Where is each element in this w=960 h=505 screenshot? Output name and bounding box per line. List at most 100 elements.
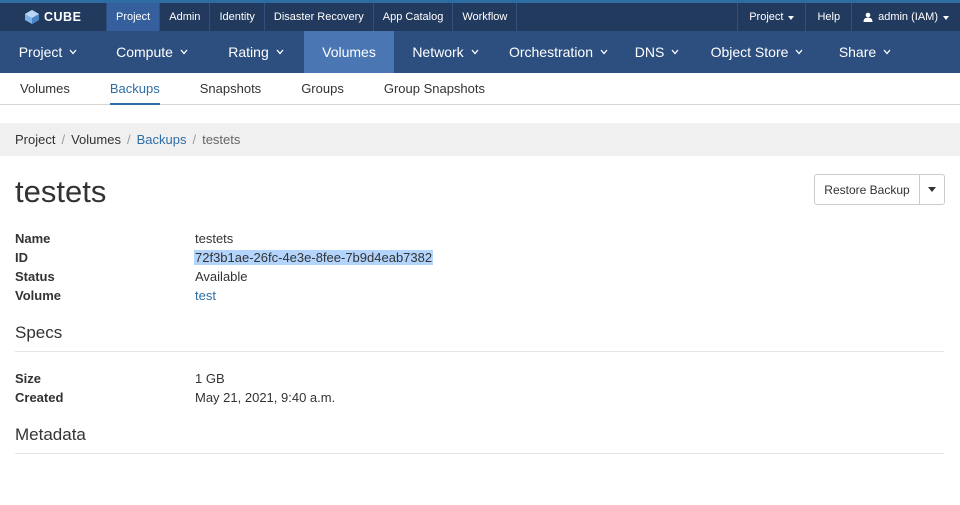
volume-link[interactable]: test xyxy=(195,288,216,303)
breadcrumb-current: testets xyxy=(202,132,241,147)
mainnav-network[interactable]: Network xyxy=(394,31,497,73)
tab-group-snapshots[interactable]: Group Snapshots xyxy=(384,73,485,104)
project-dropdown-label: Project xyxy=(749,11,784,23)
tab-label: Volumes xyxy=(20,81,70,96)
topnav-label: Project xyxy=(116,11,151,23)
caret-down-icon xyxy=(943,15,949,20)
mainnav-rating[interactable]: Rating xyxy=(208,31,304,73)
mainnav-object-store[interactable]: Object Store xyxy=(694,31,820,73)
breadcrumb-volumes: Volumes xyxy=(71,132,121,147)
detail-label: ID xyxy=(15,250,28,265)
overview-details: Name testets ID 72f3b1ae-26fc-4e3e-8fee-… xyxy=(15,229,434,305)
caret-down-icon xyxy=(788,15,795,20)
detail-row-volume: Volume test xyxy=(15,286,433,305)
detail-row-name: Name testets xyxy=(15,229,433,248)
tab-label: Group Snapshots xyxy=(383,81,486,96)
detail-label: Volume xyxy=(15,288,61,303)
caret-down-icon xyxy=(928,187,936,192)
topnav-label: App Catalog xyxy=(382,11,444,23)
top-right-menu: Project Help admin (IAM) xyxy=(737,3,960,31)
topnav-workflow[interactable]: Workflow xyxy=(453,3,518,31)
mainnav-project[interactable]: Project xyxy=(0,31,96,73)
topnav-label: Admin xyxy=(169,11,201,23)
detail-row-status: Status Available xyxy=(15,267,433,286)
mainnav-label: Network xyxy=(412,44,464,60)
mainnav-label: Object Store xyxy=(710,44,789,60)
chevron-down-icon xyxy=(180,49,188,55)
tab-label: Groups xyxy=(301,81,344,96)
tab-label: Snapshots xyxy=(199,81,262,96)
tab-groups[interactable]: Groups xyxy=(301,73,344,104)
chevron-down-icon xyxy=(795,49,803,55)
top-bar: CUBE Project Admin Identity Disaster Rec… xyxy=(0,0,960,31)
page-title: testets xyxy=(15,174,107,209)
metadata-heading: Metadata xyxy=(15,425,944,454)
mainnav-label: Share xyxy=(838,44,877,60)
mainnav-label: Orchestration xyxy=(508,44,594,60)
mainnav-label: Rating xyxy=(228,44,269,60)
mainnav-compute[interactable]: Compute xyxy=(96,31,208,73)
chevron-down-icon xyxy=(600,49,608,55)
topnav-disaster-recovery[interactable]: Disaster Recovery xyxy=(265,3,374,31)
tab-backups[interactable]: Backups xyxy=(109,73,160,105)
chevron-down-icon xyxy=(883,49,891,55)
cube-logo-icon xyxy=(25,10,39,24)
topnav-label: Workflow xyxy=(462,11,508,23)
detail-value-status: Available xyxy=(195,269,248,284)
tab-label: Backups xyxy=(109,81,160,96)
restore-backup-button[interactable]: Restore Backup xyxy=(814,174,920,205)
detail-label: Status xyxy=(15,269,55,284)
tab-volumes[interactable]: Volumes xyxy=(20,73,70,104)
topnav-project[interactable]: Project xyxy=(106,3,161,31)
breadcrumb-project: Project xyxy=(15,132,56,147)
actions-dropdown-toggle[interactable] xyxy=(920,174,945,205)
detail-label: Size xyxy=(15,371,42,386)
detail-label: Created xyxy=(15,390,64,405)
breadcrumb-backups-link[interactable]: Backups xyxy=(137,132,187,147)
detail-value-created: May 21, 2021, 9:40 a.m. xyxy=(195,390,336,405)
topnav-admin[interactable]: Admin xyxy=(160,3,211,31)
topnav-label: Identity xyxy=(219,11,255,23)
detail-row-created: Created May 21, 2021, 9:40 a.m. xyxy=(15,388,335,407)
breadcrumb-separator: / xyxy=(126,132,131,147)
chevron-down-icon xyxy=(276,49,284,55)
mainnav-label: Compute xyxy=(116,44,173,60)
breadcrumb: Project / Volumes / Backups / testets xyxy=(0,123,960,156)
detail-label: Name xyxy=(15,231,51,246)
brand-name: CUBE xyxy=(44,10,82,24)
main-nav: Project Compute Rating Volumes Network O… xyxy=(0,31,960,73)
user-menu[interactable]: admin (IAM) xyxy=(851,3,960,31)
detail-row-size: Size 1 GB xyxy=(15,369,335,388)
topnav-label: Disaster Recovery xyxy=(273,11,364,23)
mainnav-orchestration[interactable]: Orchestration xyxy=(497,31,620,73)
help-label: Help xyxy=(817,11,841,23)
user-icon xyxy=(863,12,873,22)
breadcrumb-separator: / xyxy=(192,132,197,147)
mainnav-share[interactable]: Share xyxy=(820,31,910,73)
chevron-down-icon xyxy=(471,49,479,55)
breadcrumb-separator: / xyxy=(61,132,66,147)
top-nav: Project Admin Identity Disaster Recovery… xyxy=(106,3,518,31)
mainnav-label: Volumes xyxy=(322,44,376,60)
restore-backup-button-group: Restore Backup xyxy=(814,174,945,205)
project-dropdown[interactable]: Project xyxy=(737,3,805,31)
tab-snapshots[interactable]: Snapshots xyxy=(200,73,261,104)
specs-details: Size 1 GB Created May 21, 2021, 9:40 a.m… xyxy=(15,369,335,407)
topnav-identity[interactable]: Identity xyxy=(210,3,265,31)
chevron-down-icon xyxy=(69,49,77,55)
mainnav-volumes[interactable]: Volumes xyxy=(304,31,394,73)
specs-heading: Specs xyxy=(15,323,944,352)
chevron-down-icon xyxy=(671,49,679,55)
sub-tabs: Volumes Backups Snapshots Groups Group S… xyxy=(0,73,960,105)
detail-value-name: testets xyxy=(195,231,234,246)
detail-row-id: ID 72f3b1ae-26fc-4e3e-8fee-7b9d4eab7382 xyxy=(15,248,434,267)
user-name: admin (IAM) xyxy=(878,11,938,23)
mainnav-label: DNS xyxy=(634,44,665,60)
detail-value-id: 72f3b1ae-26fc-4e3e-8fee-7b9d4eab7382 xyxy=(194,250,434,265)
topnav-app-catalog[interactable]: App Catalog xyxy=(374,3,454,31)
brand-logo[interactable]: CUBE xyxy=(0,3,106,31)
detail-value-size: 1 GB xyxy=(195,371,225,386)
mainnav-label: Project xyxy=(18,44,63,60)
mainnav-dns[interactable]: DNS xyxy=(620,31,694,73)
help-link[interactable]: Help xyxy=(805,3,851,31)
